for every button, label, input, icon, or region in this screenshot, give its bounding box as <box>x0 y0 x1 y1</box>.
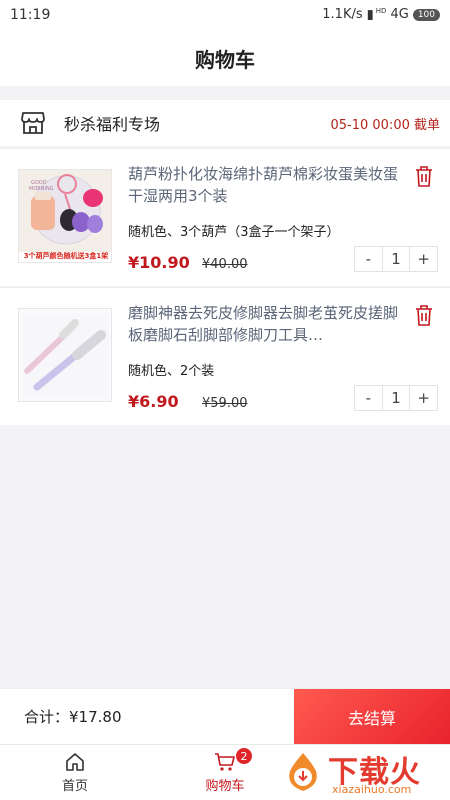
network-type: 4G <box>390 7 409 23</box>
tab-cart-label: 购物车 <box>205 779 245 794</box>
watermark-url: xiazaihuo.com <box>332 783 412 796</box>
svg-text:MORNING: MORNING <box>29 186 54 192</box>
total-amount: 合计：¥17.80 <box>24 708 122 726</box>
tab-home-label: 首页 <box>61 779 88 794</box>
quantity-stepper: - 1 + <box>354 246 438 272</box>
tab-home[interactable]: 首页 <box>0 745 150 800</box>
quantity-stepper: - 1 + <box>354 385 438 411</box>
product-spec: 随机色、3个葫芦（3盒子一个架子） <box>128 225 340 240</box>
delete-icon[interactable] <box>414 304 434 326</box>
network-speed: 1.1K/s <box>322 7 363 23</box>
decrease-button[interactable]: - <box>355 389 382 407</box>
decrease-button[interactable]: - <box>355 250 382 268</box>
product-spec: 随机色、2个装 <box>128 364 215 379</box>
increase-button[interactable]: + <box>410 250 437 268</box>
page-title: 购物车 <box>195 47 255 72</box>
cart-item: GOOD MORNING 3个葫芦颜色随机送3盒1架 葫芦粉扑化妆海绵扑葫芦棉彩… <box>0 148 450 286</box>
watermark: 下载火 xiazaihuo.com <box>262 745 450 800</box>
status-bar: 11:19 1.1K/s ▮ HD 4G 100 <box>0 0 450 30</box>
shop-bar[interactable]: 秒杀福利专场 05-10 00:00 截单 <box>0 100 450 146</box>
order-deadline: 05-10 00:00 截单 <box>330 117 440 133</box>
cart-item: 磨脚神器去死皮修脚器去脚老茧死皮搓脚板磨脚石刮脚部修脚刀工具… 随机色、2个装 … <box>0 287 450 425</box>
original-price: ¥40.00 <box>202 257 248 272</box>
product-image-caption: 3个葫芦颜色随机送3盒1架 <box>23 252 109 260</box>
shop-name[interactable]: 秒杀福利专场 <box>64 111 330 135</box>
increase-button[interactable]: + <box>410 389 437 407</box>
product-title[interactable]: 磨脚神器去死皮修脚器去脚老茧死皮搓脚板磨脚石刮脚部修脚刀工具… <box>128 302 403 346</box>
signal-icon: ▮ HD <box>366 7 387 23</box>
product-price: ¥10.90 <box>128 253 190 272</box>
checkout-button[interactable]: 去结算 <box>294 688 450 745</box>
delete-icon[interactable] <box>414 165 434 187</box>
flame-logo-icon <box>289 753 317 791</box>
cart-badge: 2 <box>236 748 252 764</box>
product-price: ¥6.90 <box>128 392 179 411</box>
product-image-sponge[interactable]: GOOD MORNING 3个葫芦颜色随机送3盒1架 <box>18 169 112 263</box>
battery-icon: 100 <box>412 8 440 21</box>
quantity-value[interactable]: 1 <box>381 247 411 271</box>
product-image-foot-file[interactable] <box>18 308 112 402</box>
quantity-value[interactable]: 1 <box>381 386 411 410</box>
checkout-bar: 合计：¥17.80 去结算 <box>0 688 450 745</box>
page-header: 购物车 <box>0 30 450 86</box>
status-time: 11:19 <box>10 7 51 23</box>
status-right: 1.1K/s ▮ HD 4G 100 <box>322 7 440 23</box>
original-price: ¥59.00 <box>202 396 248 411</box>
cart-icon <box>215 753 235 771</box>
store-icon <box>21 112 45 134</box>
product-title[interactable]: 葫芦粉扑化妆海绵扑葫芦棉彩妆蛋美妆蛋干湿两用3个装 <box>128 163 403 207</box>
home-icon <box>66 753 84 771</box>
